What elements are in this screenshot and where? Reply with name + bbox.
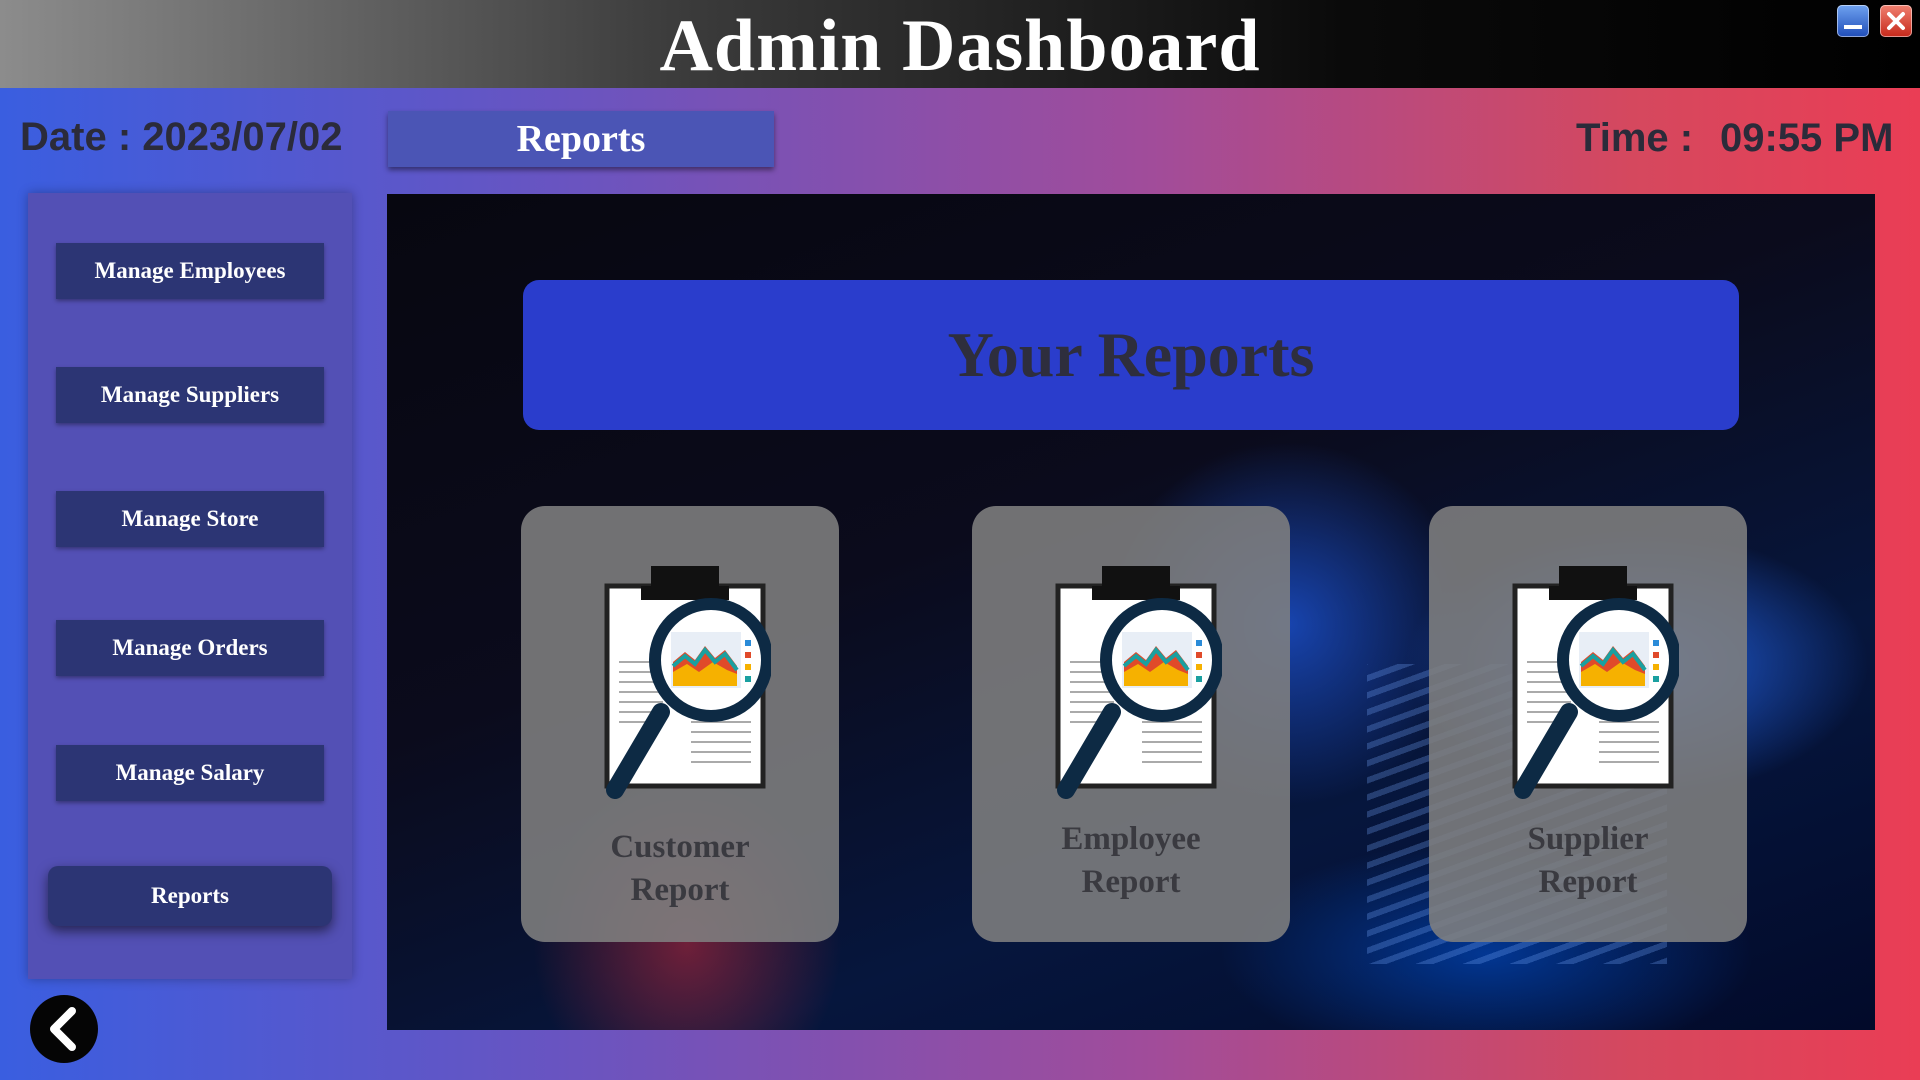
date-display: Date : 2023/07/02	[20, 115, 343, 159]
app-title: Admin Dashboard	[659, 5, 1261, 87]
customer-report-card[interactable]: Customer Report	[521, 506, 839, 942]
report-search-icon	[604, 566, 771, 799]
reports-panel: Your Reports Customer Report Employee Re…	[387, 194, 1875, 1030]
sidebar-item-manage-store[interactable]: Manage Store	[56, 491, 324, 547]
sidebar-item-manage-employees[interactable]: Manage Employees	[56, 243, 324, 299]
time-display: 09:55 PM	[1720, 116, 1894, 160]
sidebar-item-manage-suppliers[interactable]: Manage Suppliers	[56, 367, 324, 423]
sidebar-item-manage-salary[interactable]: Manage Salary	[56, 745, 324, 801]
supplier-report-card[interactable]: Supplier Report	[1429, 506, 1747, 942]
your-reports-banner: Your Reports	[523, 280, 1739, 430]
card-title-line-1: Employee	[1061, 821, 1201, 857]
title-bar: Admin Dashboard	[0, 0, 1920, 88]
chevron-left-icon	[50, 1007, 76, 1051]
employee-report-card[interactable]: Employee Report	[972, 506, 1290, 942]
time-label: Time :	[1576, 116, 1694, 160]
card-title-line-2: Report	[1081, 864, 1181, 900]
card-title-line-1: Supplier	[1527, 821, 1649, 857]
sidebar-item-reports[interactable]: Reports	[48, 866, 332, 926]
sidebar-item-manage-orders[interactable]: Manage Orders	[56, 620, 324, 676]
current-section-title: Reports	[388, 111, 774, 167]
minimize-icon[interactable]	[1837, 5, 1869, 37]
report-search-icon	[1512, 566, 1679, 799]
card-title-line-2: Report	[1538, 864, 1638, 900]
card-title-line-2: Report	[630, 872, 730, 908]
report-search-icon	[1055, 566, 1222, 799]
sidebar	[28, 193, 352, 979]
back-button[interactable]	[30, 995, 98, 1063]
close-icon[interactable]	[1880, 5, 1912, 37]
card-title-line-1: Customer	[610, 829, 750, 865]
